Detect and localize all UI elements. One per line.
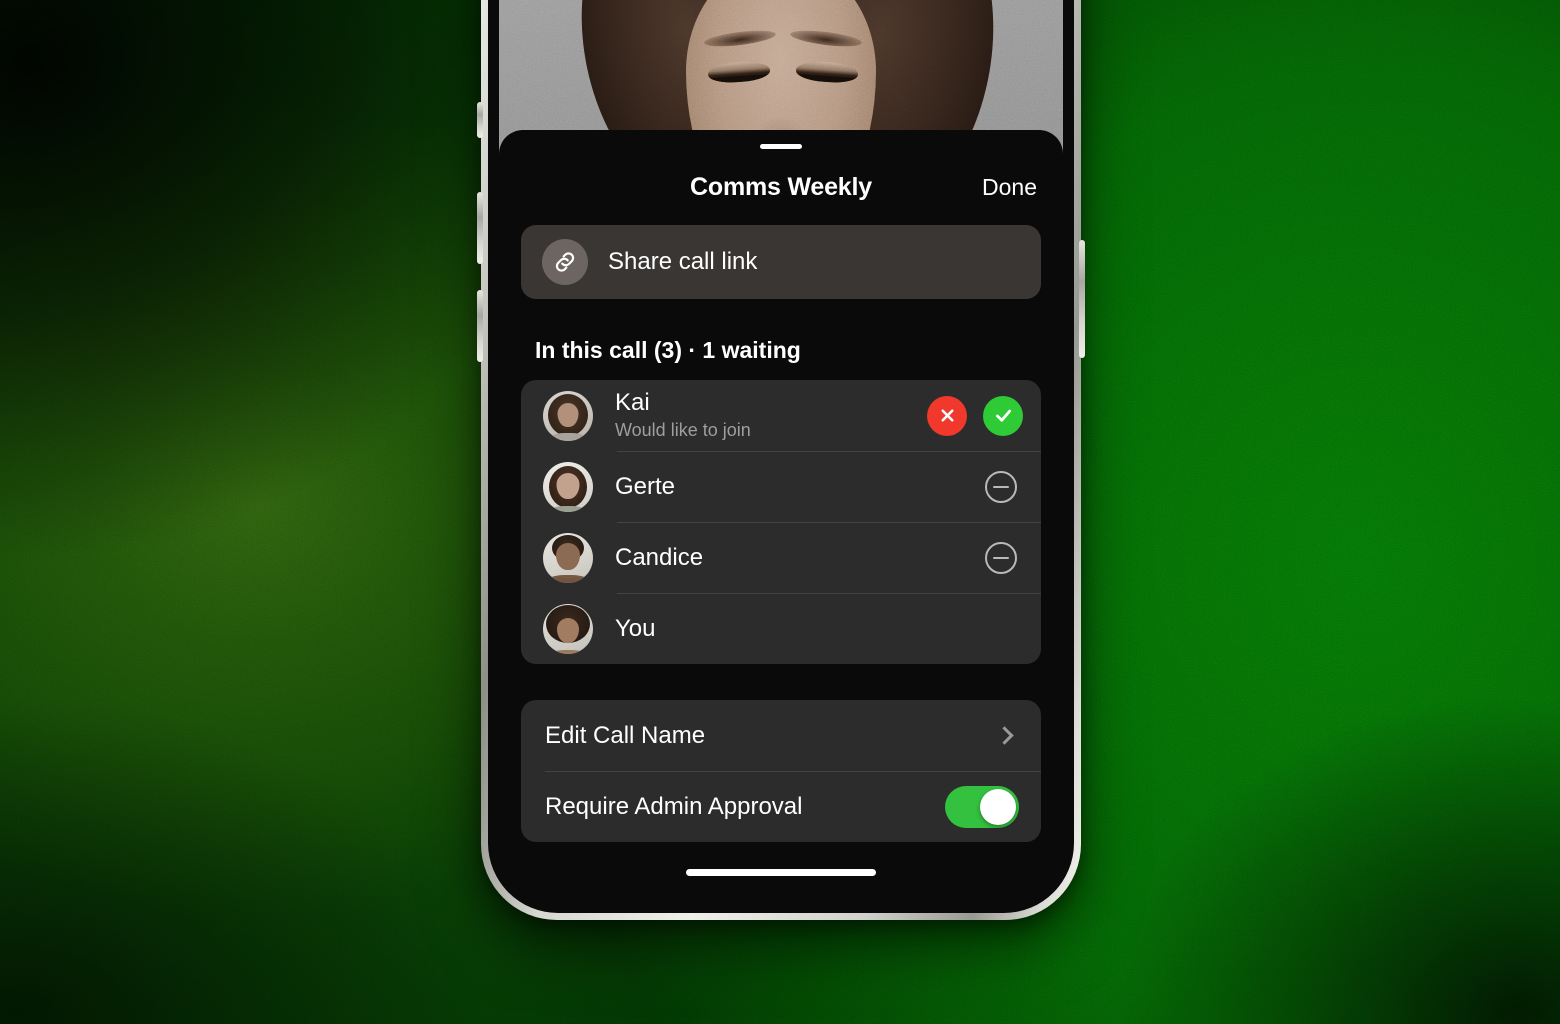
participant-row-candice[interactable]: Candice (521, 522, 1041, 593)
participant-text-gerte: Gerte (615, 473, 985, 501)
remove-participant-button[interactable] (985, 541, 1017, 574)
participant-row-gerte[interactable]: Gerte (521, 451, 1041, 522)
participant-actions-gerte (985, 470, 1023, 503)
phone-screen: Comms Weekly Done Share call link In thi… (499, 0, 1063, 902)
avatar-body (547, 432, 589, 441)
done-button[interactable]: Done (982, 174, 1037, 201)
require-admin-approval-toggle[interactable] (945, 785, 1019, 828)
chevron-right-icon (995, 726, 1014, 745)
avatar-body (548, 505, 588, 512)
participants-section-heading: In this call (3) · 1 waiting (535, 337, 801, 363)
minus-icon (993, 485, 1009, 488)
admit-button[interactable] (983, 395, 1023, 436)
minus-icon (993, 556, 1009, 559)
avatar-gerte (543, 461, 593, 512)
avatar-face (556, 472, 580, 499)
participant-actions-kai (927, 395, 1023, 436)
call-details-sheet: Comms Weekly Done Share call link In thi… (499, 130, 1063, 902)
share-call-link-button[interactable]: Share call link (521, 225, 1041, 299)
participant-row-kai[interactable]: Kai Would like to join (521, 380, 1041, 451)
avatar-you (543, 603, 593, 654)
require-admin-approval-label: Require Admin Approval (545, 792, 803, 820)
silent-switch[interactable] (477, 102, 483, 138)
remove-participant-button[interactable] (985, 470, 1017, 503)
participant-name: Gerte (615, 472, 676, 500)
volume-up-button[interactable] (477, 192, 483, 264)
avatar-face (557, 617, 579, 643)
participant-name: Candice (615, 543, 704, 571)
call-title: Comms Weekly (690, 172, 872, 201)
avatar-kai (543, 390, 593, 441)
edit-call-name-row[interactable]: Edit Call Name (521, 700, 1041, 771)
require-admin-approval-row[interactable]: Require Admin Approval (521, 771, 1041, 842)
volume-down-button[interactable] (477, 290, 483, 362)
home-indicator[interactable] (686, 869, 876, 876)
avatar-body (545, 574, 591, 583)
avatar-candice (543, 532, 593, 583)
participant-text-kai: Kai Would like to join (615, 389, 927, 442)
participants-list: Kai Would like to join Gerte Candice You (521, 380, 1041, 664)
share-call-link-label: Share call link (608, 248, 758, 275)
power-button[interactable] (1079, 240, 1085, 358)
avatar-body (548, 649, 588, 654)
avatar-face (557, 402, 579, 427)
edit-call-name-label: Edit Call Name (545, 721, 706, 749)
participant-text-candice: Candice (615, 544, 985, 572)
decline-button[interactable] (927, 395, 967, 436)
participant-actions-candice (985, 541, 1023, 574)
call-settings-list: Edit Call Name Require Admin Approval (521, 700, 1041, 842)
participant-name: Kai (615, 389, 650, 416)
sheet-header: Comms Weekly Done (521, 149, 1041, 225)
participant-name: You (615, 614, 656, 642)
link-icon (542, 239, 588, 285)
avatar-face (556, 542, 580, 570)
participant-text-you: You (615, 615, 1023, 643)
toggle-knob (980, 788, 1016, 825)
participant-row-you[interactable]: You (521, 593, 1041, 664)
participant-subtitle: Would like to join (615, 419, 751, 440)
phone-device: Comms Weekly Done Share call link In thi… (477, 0, 1085, 920)
